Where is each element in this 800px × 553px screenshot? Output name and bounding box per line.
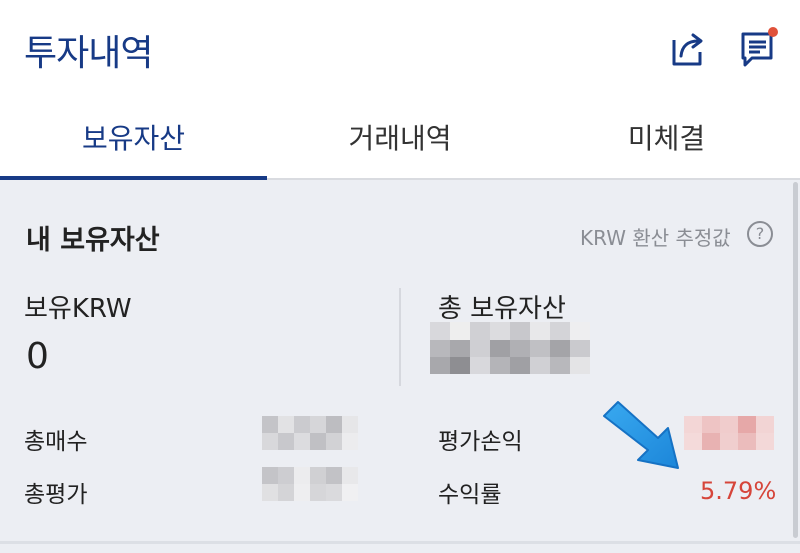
section-title: 내 보유자산: [26, 225, 160, 256]
eval-pnl-value-blurred: [684, 416, 774, 450]
krw-balance-label: 보유KRW: [24, 294, 132, 324]
help-icon[interactable]: ?: [747, 221, 773, 247]
krw-balance-value: 0: [26, 336, 49, 377]
divider: [399, 288, 401, 386]
tab-holdings[interactable]: 보유자산: [0, 98, 267, 180]
tab-unfilled[interactable]: 미체결: [533, 98, 800, 180]
share-icon[interactable]: [668, 28, 708, 68]
total-buy-label: 총매수: [24, 429, 88, 455]
total-buy-value-blurred: [262, 416, 358, 450]
total-eval-label: 총평가: [24, 482, 88, 508]
scrollbar[interactable]: [793, 182, 798, 538]
total-assets-value-blurred: [430, 322, 590, 374]
arrow-pointer-icon: [603, 401, 679, 469]
notification-dot: [768, 27, 778, 37]
return-rate-label: 수익률: [438, 482, 502, 508]
tab-bar: 보유자산 거래내역 미체결: [0, 98, 800, 180]
eval-pnl-label: 평가손익: [438, 429, 523, 455]
total-assets-label: 총 보유자산: [438, 294, 566, 324]
tab-transactions[interactable]: 거래내역: [267, 98, 533, 180]
page-title: 투자내역: [24, 33, 153, 74]
return-rate-value: 5.79%: [700, 477, 777, 505]
krw-estimate-note: KRW 환산 추정값: [580, 226, 731, 250]
total-eval-value-blurred: [262, 467, 358, 501]
panel-bottom-border: [0, 541, 800, 544]
header: 투자내역: [0, 0, 800, 98]
